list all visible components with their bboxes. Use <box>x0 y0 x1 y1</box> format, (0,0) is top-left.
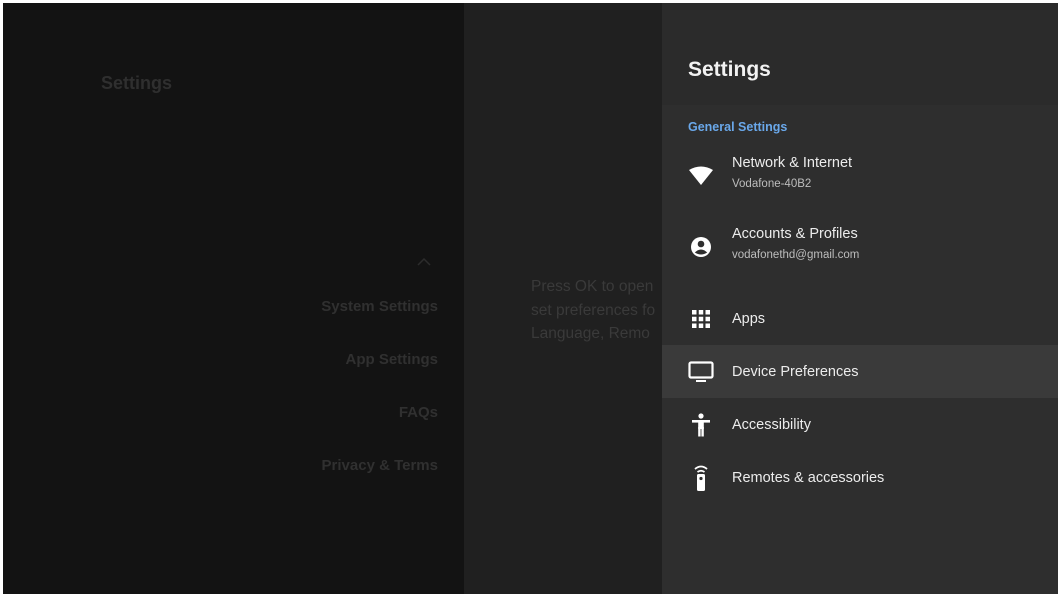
menu-item-network-internet[interactable]: Network & Internet Vodafone-40B2 <box>662 149 1058 202</box>
menu-item-label: Accessibility <box>732 416 811 433</box>
background-navigation-pane: Settings System Settings App Settings FA… <box>3 3 464 594</box>
panel-menu: General Settings Network & Internet Voda… <box>662 105 1058 594</box>
menu-item-accessibility[interactable]: Accessibility <box>662 398 1058 451</box>
accessibility-icon <box>686 410 716 440</box>
settings-side-panel: Settings General Settings Network & Inte… <box>662 3 1058 594</box>
menu-item-remotes-accessories[interactable]: Remotes & accessories <box>662 451 1058 504</box>
menu-item-accounts-profiles[interactable]: Accounts & Profiles vodafonethd@gmail.co… <box>662 220 1058 273</box>
apps-grid-icon <box>686 304 716 334</box>
background-menu-privacy-terms[interactable]: Privacy & Terms <box>218 457 438 474</box>
background-menu-app-settings[interactable]: App Settings <box>218 351 439 368</box>
background-menu-system-settings[interactable]: System Settings <box>218 298 438 315</box>
menu-item-apps[interactable]: Apps <box>662 292 1058 345</box>
menu-item-label: Device Preferences <box>732 363 859 380</box>
menu-item-subtitle: Vodafone-40B2 <box>732 178 812 190</box>
panel-title: Settings <box>688 58 771 81</box>
description-line: Press OK to open <box>531 278 654 295</box>
menu-item-subtitle: vodafonethd@gmail.com <box>732 249 860 261</box>
background-menu-faqs[interactable]: FAQs <box>218 404 438 421</box>
menu-item-label: Apps <box>732 310 766 327</box>
background-description: Press OK to open set preferences fo Lang… <box>531 275 662 346</box>
chevron-up-icon <box>417 253 431 271</box>
tv-screen: Settings System Settings App Settings FA… <box>3 3 1058 594</box>
description-line: Language, Remo <box>531 325 650 342</box>
section-label-general-settings: General Settings <box>688 120 788 134</box>
menu-item-label: Accounts & Profiles <box>732 226 858 242</box>
background-page-title: Settings <box>101 73 173 93</box>
menu-item-label: Network & Internet <box>732 155 853 171</box>
remote-icon <box>686 463 716 493</box>
panel-header: Settings <box>662 3 1058 105</box>
description-line: set preferences fo <box>531 301 656 319</box>
wifi-icon <box>686 161 716 191</box>
background-description-pane: Press OK to open set preferences fo Lang… <box>464 3 662 594</box>
tv-icon <box>686 357 716 387</box>
menu-item-label: Remotes & accessories <box>732 469 885 486</box>
menu-item-device-preferences[interactable]: Device Preferences <box>662 345 1058 398</box>
account-icon <box>686 232 716 262</box>
